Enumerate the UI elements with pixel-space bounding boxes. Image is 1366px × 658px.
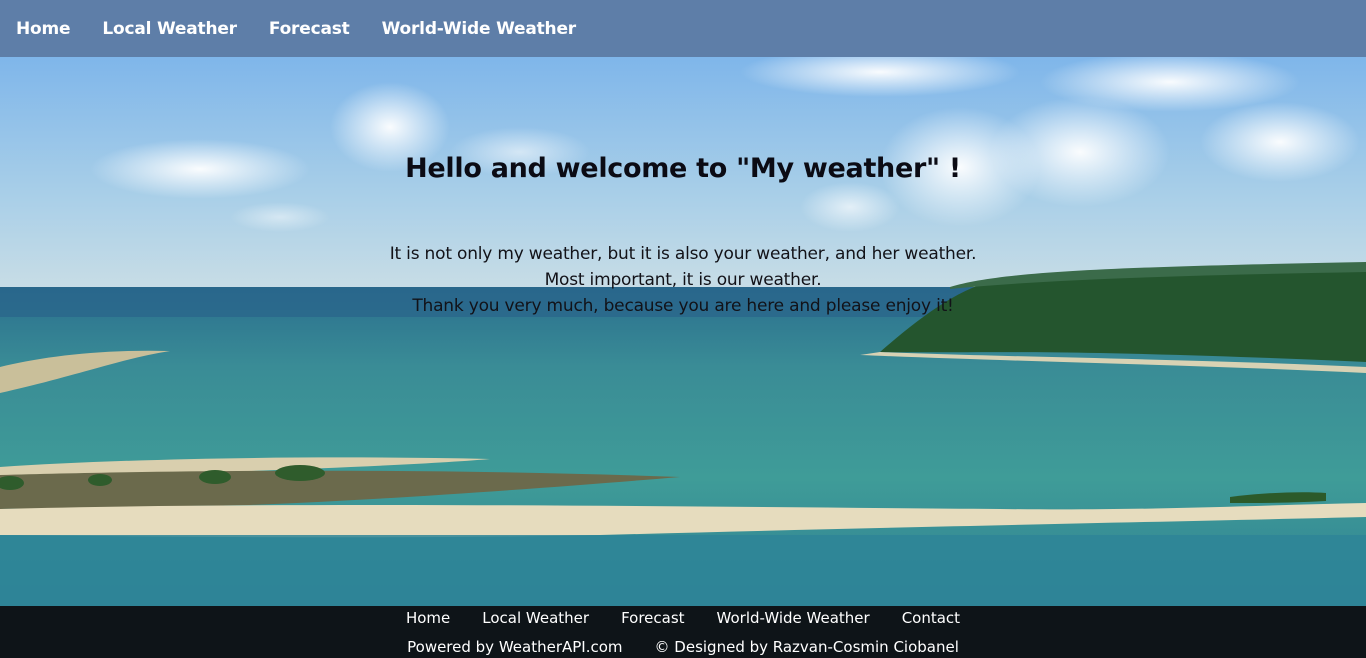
welcome-message: It is not only my weather, but it is als… xyxy=(0,241,1366,319)
footer-forecast-link[interactable]: Forecast xyxy=(621,609,684,627)
nav-home-link[interactable]: Home xyxy=(16,19,71,39)
footer-home-link[interactable]: Home xyxy=(406,609,450,627)
footer: Home Local Weather Forecast World-Wide W… xyxy=(0,606,1366,658)
nav-forecast-link[interactable]: Forecast xyxy=(269,19,350,39)
page-title: Hello and welcome to "My weather" ! xyxy=(405,153,961,184)
designed-by-text: © Designed by Razvan-Cosmin Ciobanel xyxy=(654,638,959,656)
welcome-line-2: Most important, it is our weather. xyxy=(544,270,822,290)
footer-local-weather-link[interactable]: Local Weather xyxy=(482,609,589,627)
nav-world-wide-weather-link[interactable]: World-Wide Weather xyxy=(382,19,577,39)
footer-world-wide-weather-link[interactable]: World-Wide Weather xyxy=(717,609,870,627)
powered-by-text: Powered by WeatherAPI.com xyxy=(407,638,623,656)
footer-navigation: Home Local Weather Forecast World-Wide W… xyxy=(0,609,1366,627)
nav-local-weather-link[interactable]: Local Weather xyxy=(102,19,237,39)
hero-section: Hello and welcome to "My weather" ! It i… xyxy=(0,57,1366,606)
welcome-line-1: It is not only my weather, but it is als… xyxy=(389,244,977,264)
welcome-line-3: Thank you very much, because you are her… xyxy=(412,296,954,316)
footer-contact-link[interactable]: Contact xyxy=(902,609,960,627)
footer-credits: Powered by WeatherAPI.com © Designed by … xyxy=(0,638,1366,656)
hero-background-image xyxy=(0,57,1366,606)
top-navigation: Home Local Weather Forecast World-Wide W… xyxy=(0,0,1366,57)
